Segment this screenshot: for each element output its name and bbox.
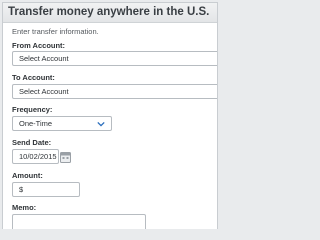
transfer-panel: Transfer money anywhere in the U.S. Ente… — [2, 2, 218, 229]
from-account-label: From Account: — [12, 41, 66, 50]
calendar-icon[interactable] — [60, 151, 71, 163]
memo-input[interactable] — [12, 214, 146, 229]
frequency-value: One-Time — [19, 119, 53, 128]
to-account-label: To Account: — [12, 73, 55, 82]
memo-label: Memo: — [12, 203, 37, 212]
amount-input[interactable]: $ — [12, 182, 80, 197]
frequency-select[interactable]: One-Time — [12, 116, 112, 131]
panel-title: Transfer money anywhere in the U.S. — [3, 3, 217, 23]
frequency-label: Frequency: — [12, 105, 53, 114]
chevron-down-icon — [97, 121, 105, 127]
intro-text: Enter transfer information. — [12, 27, 99, 36]
send-date-input[interactable]: 10/02/2015 — [12, 149, 59, 164]
amount-label: Amount: — [12, 171, 43, 180]
from-account-select[interactable]: Select Account — [12, 51, 217, 66]
to-account-select[interactable]: Select Account — [12, 84, 217, 99]
send-date-label: Send Date: — [12, 138, 52, 147]
